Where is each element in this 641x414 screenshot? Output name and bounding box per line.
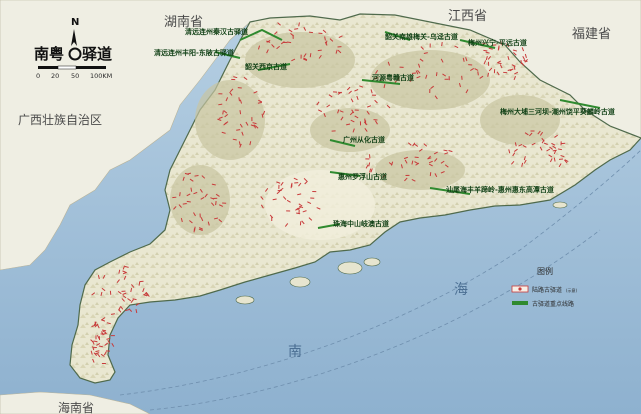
post-route-segment <box>110 313 115 315</box>
post-route-segment <box>238 97 240 102</box>
post-route-segment <box>179 192 181 197</box>
post-route-segment <box>520 59 522 65</box>
guangdong-ancient-posts-map: 湖南省 江西省 福建省 广西壮族自治区 海南省 海 南 清远连州秦汉古驿道 清远… <box>0 0 641 414</box>
route-label: 珠海中山岐澳古道 <box>333 219 389 228</box>
legend-swatch-key-route <box>512 301 528 305</box>
scale-tick: 100KM <box>90 72 112 80</box>
post-route-segment <box>138 281 141 286</box>
post-route-segment <box>190 187 193 192</box>
post-route-segment <box>222 110 224 115</box>
post-route-segment <box>194 226 196 231</box>
region-hainan: 海南省 <box>58 400 94 414</box>
legend-title: 图例 <box>537 266 553 276</box>
route-label: 清远连州丰阳-东陂古驿道 <box>154 48 234 57</box>
route-label: 梅州兴宁-平远古道 <box>468 38 527 47</box>
post-route-segment <box>298 22 300 27</box>
region-guangxi: 广西壮族自治区 <box>18 113 102 127</box>
title-suffix: 驿道 <box>82 45 112 63</box>
post-route-segment <box>194 175 199 177</box>
scale-tick: 50 <box>71 72 79 80</box>
post-route-segment <box>294 28 299 30</box>
route-label: 汕尾海丰羊蹄岭-惠州惠东高潭古道 <box>446 185 554 194</box>
route-label: 韶关南雄梅关-乌迳古道 <box>385 32 458 41</box>
post-route-segment <box>218 103 223 106</box>
post-marker-icon <box>518 287 522 291</box>
route-label: 惠州罗浮山古道 <box>338 172 387 181</box>
post-route-segment <box>441 42 443 47</box>
post-route-segment <box>239 110 242 115</box>
legend-item-label: 陆路古驿道 <box>532 286 562 294</box>
route-label: 韶关西京古道 <box>245 62 287 71</box>
route-label: 广州从化古道 <box>343 135 385 144</box>
post-route-segment <box>477 71 479 76</box>
legend-item-note: (示意) <box>566 287 578 293</box>
post-route-segment <box>287 41 292 44</box>
title-prefix: 南粤 <box>34 45 64 63</box>
post-route-segment <box>483 49 488 52</box>
post-route-segment <box>215 201 217 206</box>
scale-tick: 0 <box>36 72 40 80</box>
route-label: 清远连州秦汉古驿道 <box>185 27 248 36</box>
compass-north-label: N <box>71 17 79 28</box>
route-label: 河源粤赣古道 <box>372 73 414 82</box>
sea-label-nan: 南 <box>288 344 302 360</box>
sea-label-hai: 海 <box>454 282 468 298</box>
route-label: 梅州大埔三河坝-潮州饶平葵麟岭古道 <box>500 107 615 116</box>
post-route-segment <box>337 91 343 94</box>
post-route-segment <box>557 148 562 151</box>
post-route-segment <box>309 53 312 58</box>
post-route-segment <box>182 203 187 205</box>
region-fujian: 福建省 <box>572 27 611 42</box>
post-route-segment <box>186 200 191 203</box>
map-stage: 湖南省 江西省 福建省 广西壮族自治区 海南省 海 南 清远连州秦汉古驿道 清远… <box>0 0 641 414</box>
legend-item-label: 古驿道重点线路 <box>532 300 574 308</box>
region-jiangxi: 江西省 <box>448 9 487 24</box>
scale-tick: 20 <box>51 72 59 80</box>
post-route-segment <box>552 149 557 152</box>
post-route-segment <box>236 129 241 131</box>
post-route-segment <box>317 49 322 52</box>
